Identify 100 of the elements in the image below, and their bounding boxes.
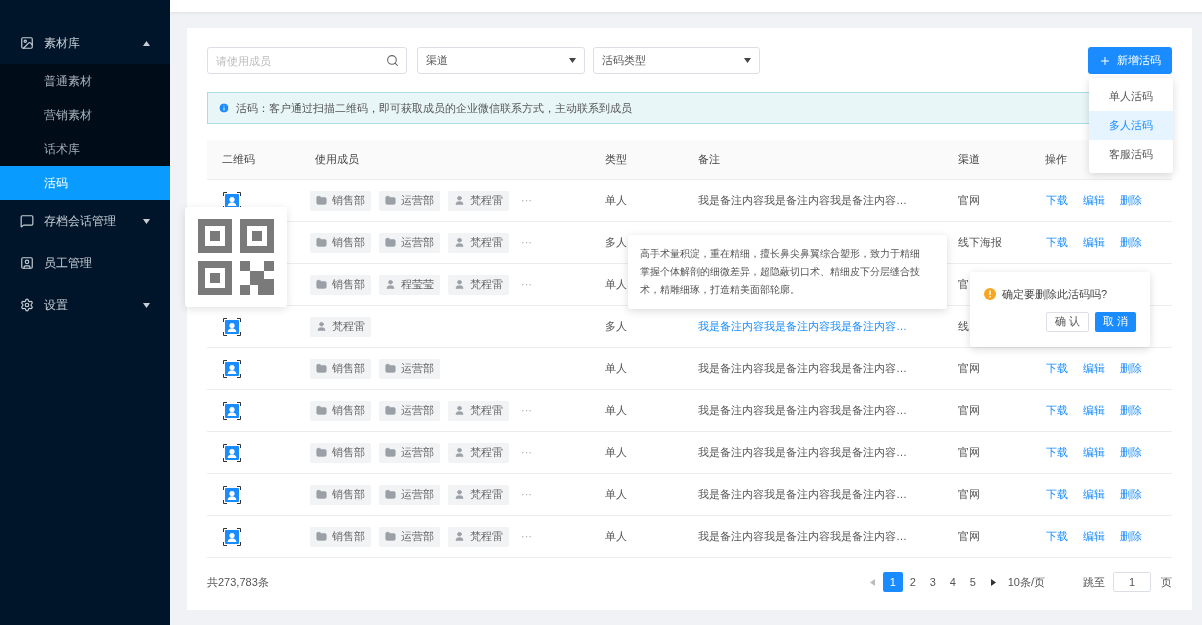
more-members[interactable]: ···: [521, 486, 532, 503]
action-link[interactable]: 删除: [1120, 402, 1142, 419]
action-link[interactable]: 删除: [1120, 444, 1142, 461]
more-members[interactable]: ···: [521, 528, 532, 545]
page-button[interactable]: 5: [962, 572, 983, 592]
page-button[interactable]: 2: [902, 572, 923, 592]
more-members[interactable]: ···: [521, 276, 532, 293]
folder-icon: [316, 195, 327, 206]
department-tag: 销售部: [310, 526, 371, 547]
action-link[interactable]: 下载: [1046, 402, 1068, 419]
sidebar-icon: [20, 214, 34, 228]
action-link[interactable]: 编辑: [1083, 234, 1105, 251]
menu-item[interactable]: 单人活码: [1089, 82, 1173, 111]
department-tag: 运营部: [379, 358, 440, 379]
action-link[interactable]: 编辑: [1083, 192, 1105, 209]
more-members[interactable]: ···: [521, 444, 532, 461]
page-button[interactable]: 4: [942, 572, 963, 592]
department-tag: 运营部: [379, 526, 440, 547]
channel-text: 官网: [958, 194, 980, 207]
type-text: 多人: [605, 236, 627, 249]
user-icon: [454, 195, 465, 206]
channel-text: 线下海报: [958, 236, 1002, 249]
caret-icon: [744, 58, 751, 63]
jump-page-field[interactable]: 1: [1113, 572, 1151, 592]
more-members[interactable]: ···: [521, 192, 532, 209]
qr-code-icon[interactable]: [223, 401, 241, 420]
folder-icon: [316, 237, 327, 248]
qr-code-icon[interactable]: [223, 317, 241, 336]
department-tag: 销售部: [310, 232, 371, 253]
sidebar-item[interactable]: 素材库: [0, 22, 170, 64]
page-button[interactable]: 3: [922, 572, 943, 592]
action-link[interactable]: 下载: [1046, 528, 1068, 545]
action-link[interactable]: 编辑: [1083, 486, 1105, 503]
sidebar-icon: [20, 298, 34, 312]
secondary-button[interactable]: 确 认: [1045, 311, 1089, 332]
note-text: 我是备注内容我是备注内容我是备注内容…: [698, 320, 907, 333]
sidebar-subitem[interactable]: 普通素材: [0, 64, 170, 98]
type-text: 单人: [605, 404, 627, 417]
note-text: 我是备注内容我是备注内容我是备注内容…: [698, 194, 907, 207]
qr-code-icon[interactable]: [223, 485, 241, 504]
action-link[interactable]: 删除: [1120, 528, 1142, 545]
action-link[interactable]: 下载: [1046, 234, 1068, 251]
page-size-select[interactable]: 10条/页: [1007, 573, 1045, 591]
user-icon: [454, 489, 465, 500]
sidebar-subitem[interactable]: 活码: [0, 166, 170, 200]
department-tag: 运营部: [379, 484, 440, 505]
member-tag: 梵程雷: [448, 274, 509, 295]
more-members[interactable]: ···: [521, 402, 532, 419]
action-link[interactable]: 删除: [1120, 234, 1142, 251]
folder-icon: [316, 279, 327, 290]
folder-icon: [316, 447, 327, 458]
action-link[interactable]: 下载: [1046, 360, 1068, 377]
user-icon: [385, 279, 396, 290]
sidebar-subitem[interactable]: 营销素材: [0, 98, 170, 132]
sidebar-item[interactable]: 设置: [0, 284, 170, 326]
more-members[interactable]: ···: [521, 234, 532, 251]
alert-text: 活码：客户通过扫描二维码，即可获取成员的企业微信联系方式，主动联系到成员: [236, 100, 632, 116]
warning-icon: [984, 288, 996, 301]
column-header: 二维码: [222, 153, 255, 166]
action-link[interactable]: 编辑: [1083, 360, 1105, 377]
new-code-button[interactable]: 新增活码: [1088, 47, 1172, 74]
action-link[interactable]: 编辑: [1083, 444, 1105, 461]
column-header: 类型: [605, 153, 627, 166]
member-tag: 梵程雷: [310, 316, 371, 337]
folder-icon: [385, 195, 396, 206]
qr-code-icon[interactable]: [223, 359, 241, 378]
action-link[interactable]: 下载: [1046, 192, 1068, 209]
menu-item[interactable]: 客服活码: [1089, 140, 1173, 169]
action-link[interactable]: 编辑: [1083, 528, 1105, 545]
type-text: 单人: [605, 362, 627, 375]
primary-button[interactable]: 取 消: [1094, 311, 1136, 332]
action-link[interactable]: 删除: [1120, 192, 1142, 209]
search-field[interactable]: 请使用成员: [207, 47, 407, 74]
type-text: 单人: [605, 530, 627, 543]
column-header: 备注: [698, 153, 720, 166]
action-link[interactable]: 删除: [1120, 360, 1142, 377]
page-button[interactable]: 1: [882, 572, 903, 592]
action-link[interactable]: 下载: [1046, 444, 1068, 461]
qr-code-icon[interactable]: [223, 527, 241, 546]
action-link[interactable]: 删除: [1120, 486, 1142, 503]
select-field[interactable]: 活码类型: [593, 47, 760, 74]
action-link[interactable]: 编辑: [1083, 402, 1105, 419]
plus-icon: [1099, 54, 1111, 67]
note-text: 我是备注内容我是备注内容我是备注内容…: [698, 488, 907, 501]
action-link[interactable]: 下载: [1046, 486, 1068, 503]
qr-code-icon[interactable]: [223, 443, 241, 462]
caret-icon: [143, 302, 150, 308]
menu-item[interactable]: 多人活码: [1089, 111, 1173, 140]
search-icon: [386, 54, 399, 67]
info-icon: [218, 102, 230, 114]
note-text: 我是备注内容我是备注内容我是备注内容…: [698, 530, 907, 543]
next-page-icon[interactable]: [990, 578, 996, 586]
sidebar-item[interactable]: 存档会话管理: [0, 200, 170, 242]
sidebar-subitem[interactable]: 话术库: [0, 132, 170, 166]
total-count: 共273,783条: [207, 574, 269, 590]
sidebar-item[interactable]: 员工管理: [0, 242, 170, 284]
select-field[interactable]: 渠道: [417, 47, 585, 74]
note-text: 我是备注内容我是备注内容我是备注内容…: [698, 404, 907, 417]
department-tag: 销售部: [310, 190, 371, 211]
column-header: 操作: [1045, 153, 1067, 166]
